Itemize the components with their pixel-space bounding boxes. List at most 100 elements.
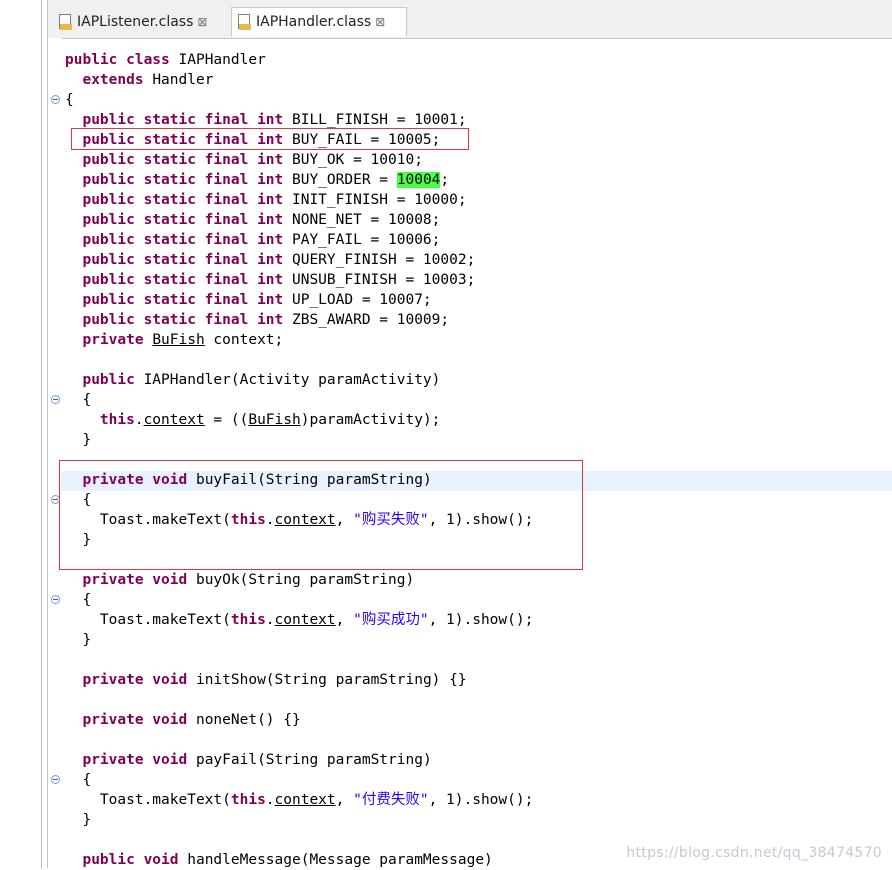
code-token: } [65, 632, 92, 648]
keyword-token: public static final int [82, 292, 292, 308]
code-line[interactable]: private void noneNet() {} [65, 710, 885, 730]
code-line[interactable]: public static final int UNSUB_FINISH = 1… [65, 270, 885, 290]
code-token: BUY_OK = 10010; [291, 152, 423, 168]
keyword-token: this [230, 792, 266, 808]
code-token: buyOk(String paramString) [195, 572, 415, 588]
code-token: { [65, 592, 92, 608]
annotation-box-buy-fail-constant [71, 128, 469, 150]
keyword-token: private void [82, 572, 196, 588]
code-token: UNSUB_FINISH = 10003; [291, 272, 476, 288]
code-line[interactable]: private BuFish context; [65, 330, 885, 350]
code-token: , [335, 792, 354, 808]
keyword-token: private void [82, 752, 196, 768]
code-line[interactable]: private void initShow(String paramString… [65, 670, 885, 690]
code-line[interactable]: public static final int PAY_FAIL = 10006… [65, 230, 885, 250]
keyword-token: public static final int [82, 312, 292, 328]
code-line[interactable]: Toast.makeText(this.context, "购买成功", 1).… [65, 610, 885, 630]
string-token: "购买成功" [353, 612, 429, 628]
code-token: UP_LOAD = 10007; [291, 292, 432, 308]
code-line[interactable] [65, 690, 885, 710]
class-file-icon [59, 14, 73, 30]
code-line[interactable]: public static final int NONE_NET = 10008… [65, 210, 885, 230]
code-line[interactable]: public static final int ZBS_AWARD = 1000… [65, 310, 885, 330]
fold-toggle-icon[interactable] [51, 595, 60, 604]
code-line[interactable] [65, 350, 885, 370]
code-token: , 1).show(); [428, 792, 534, 808]
code-line[interactable]: } [65, 430, 885, 450]
code-line[interactable]: public static final int QUERY_FINISH = 1… [65, 250, 885, 270]
close-icon[interactable]: ⊠ [197, 15, 207, 29]
keyword-token: public static final int [82, 232, 292, 248]
keyword-token: private [82, 332, 153, 348]
code-line[interactable]: public static final int BUY_OK = 10010; [65, 150, 885, 170]
code-token: = (( [204, 412, 249, 428]
code-line[interactable] [65, 730, 885, 750]
code-line[interactable]: private void payFail(String paramString) [65, 750, 885, 770]
code-line[interactable]: public IAPHandler(Activity paramActivity… [65, 370, 885, 390]
code-line[interactable]: { [65, 90, 885, 110]
fold-toggle-icon[interactable] [51, 95, 60, 104]
class-file-icon [238, 14, 252, 30]
code-token: { [65, 92, 74, 108]
folding-gutter [48, 38, 62, 868]
keyword-token: private void [82, 672, 196, 688]
tab-label: IAPHandler.class [256, 14, 372, 30]
fold-toggle-icon[interactable] [51, 775, 60, 784]
code-token: context; [204, 332, 284, 348]
code-token: . [265, 612, 275, 628]
code-token: ; [440, 172, 450, 188]
code-line[interactable]: public static final int BUY_ORDER = 1000… [65, 170, 885, 190]
code-line[interactable]: { [65, 390, 885, 410]
code-line[interactable]: Toast.makeText(this.context, "付费失败", 1).… [65, 790, 885, 810]
code-line[interactable]: public static final int INIT_FINISH = 10… [65, 190, 885, 210]
fold-toggle-icon[interactable] [51, 395, 60, 404]
code-line[interactable]: extends Handler [65, 70, 885, 90]
code-line[interactable] [65, 650, 885, 670]
code-line[interactable]: public static final int UP_LOAD = 10007; [65, 290, 885, 310]
close-icon[interactable]: ⊠ [375, 15, 385, 29]
code-token: { [65, 772, 92, 788]
code-token: NONE_NET = 10008; [291, 212, 441, 228]
code-line[interactable]: public static final int BILL_FINISH = 10… [65, 110, 885, 130]
code-line[interactable]: { [65, 770, 885, 790]
tab-iaphandler[interactable]: IAPHandler.class ⊠ [231, 7, 407, 37]
code-token: IAPHandler(Activity paramActivity) [143, 372, 441, 388]
code-token: Handler [152, 72, 214, 88]
keyword-token: public static final int [82, 272, 292, 288]
reference-token: BuFish [248, 412, 301, 428]
keyword-token: public static final int [82, 172, 292, 188]
code-token: BUY_ORDER = [291, 172, 397, 188]
code-line[interactable]: } [65, 630, 885, 650]
tab-iaplistener[interactable]: IAPListener.class ⊠ [53, 7, 231, 37]
editor-tab-bar: IAPListener.class ⊠ IAPHandler.class ⊠ [48, 0, 892, 39]
keyword-token: public static final int [82, 192, 292, 208]
code-line[interactable]: { [65, 590, 885, 610]
code-token: Toast.makeText( [65, 792, 231, 808]
code-line[interactable]: } [65, 810, 885, 830]
code-token: noneNet() {} [195, 712, 301, 728]
reference-token: context [274, 612, 336, 628]
code-line[interactable]: private void buyOk(String paramString) [65, 570, 885, 590]
code-token: INIT_FINISH = 10000; [291, 192, 467, 208]
code-token: } [65, 812, 92, 828]
search-highlight: 10004 [396, 172, 441, 188]
code-token: BILL_FINISH = 10001; [291, 112, 467, 128]
code-line[interactable]: this.context = ((BuFish)paramActivity); [65, 410, 885, 430]
annotation-box-buyfail-method [59, 460, 583, 570]
code-line[interactable]: public class IAPHandler [65, 50, 885, 70]
string-token: "付费失败" [353, 792, 429, 808]
code-token: PAY_FAIL = 10006; [291, 232, 441, 248]
